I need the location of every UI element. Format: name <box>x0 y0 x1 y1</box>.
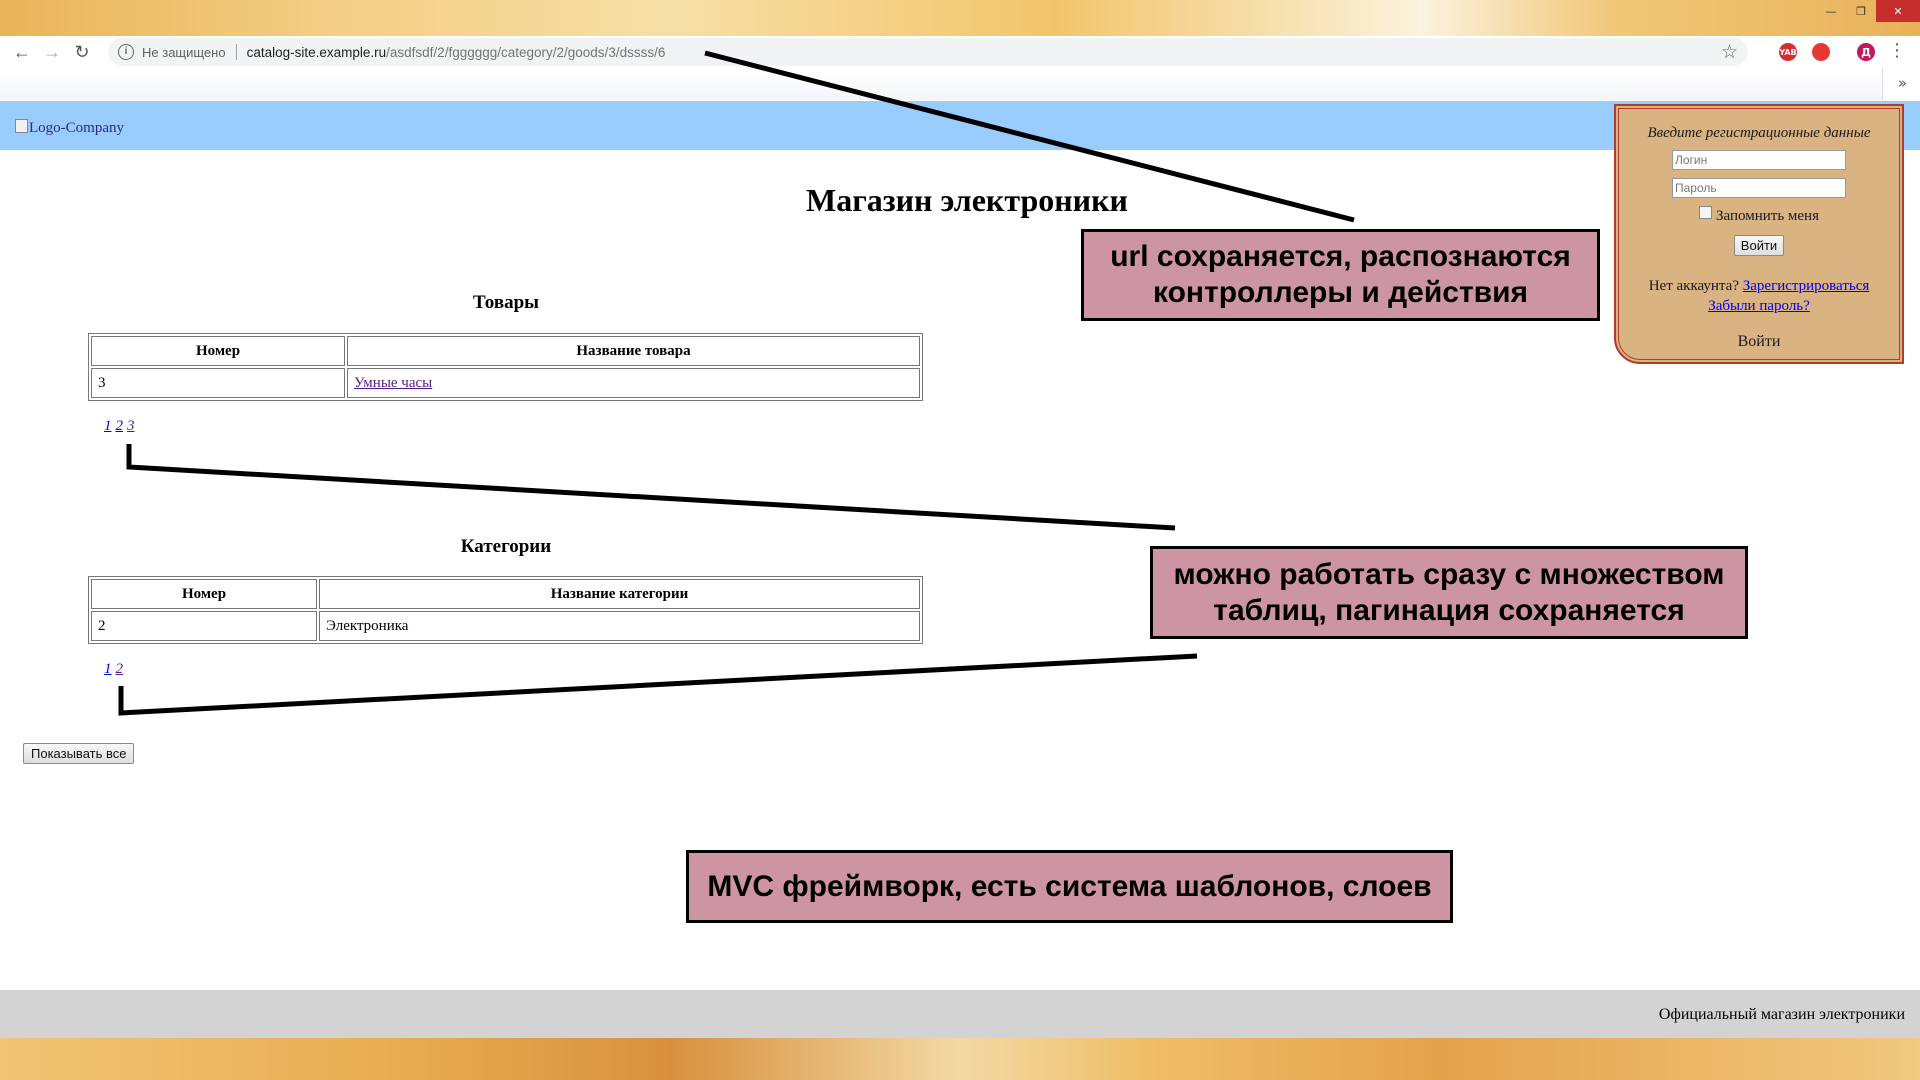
mvc-annotation: MVC фреймворк, есть система шаблонов, сл… <box>686 850 1453 923</box>
goods-pager-connector-line <box>126 444 1176 531</box>
pagination-annotation: можно работать сразу с множеством таблиц… <box>1150 546 1748 639</box>
url-connector-line <box>704 50 1355 223</box>
categories-pager-connector-line <box>118 653 1198 716</box>
url-annotation: url сохраняется, распознаются контроллер… <box>1081 229 1600 321</box>
